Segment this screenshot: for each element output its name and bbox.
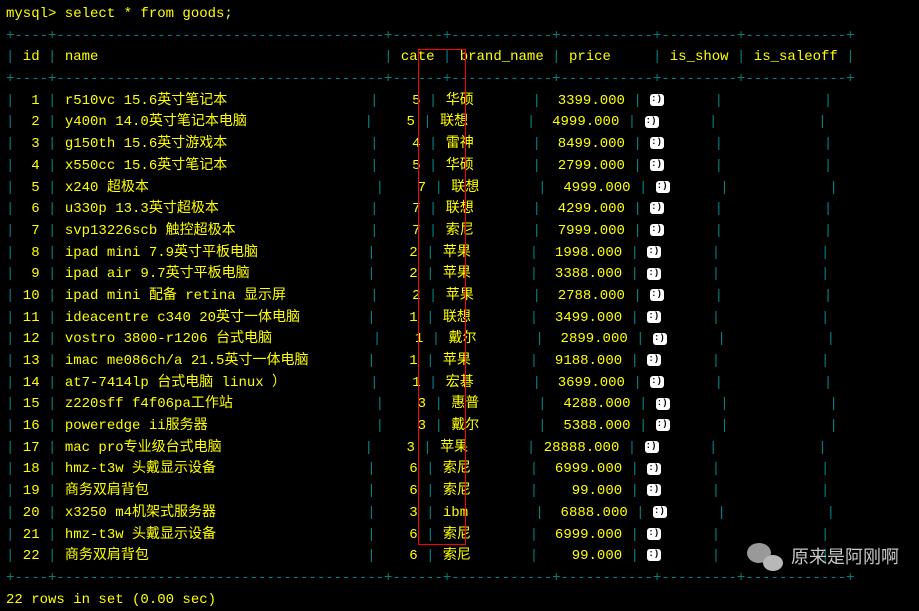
smiley-icon — [647, 528, 661, 540]
smiley-icon — [656, 398, 670, 410]
table-row: | 18 | hmz-t3w 头戴显示设备 | 6 | 索尼 | 6999.00… — [6, 459, 913, 481]
table-row: | 14 | at7-7414lp 台式电脑 linux ） | 1 | 宏碁 … — [6, 373, 913, 395]
separator-mid: +----+----------------------------------… — [6, 69, 913, 91]
smiley-icon — [653, 506, 667, 518]
smiley-icon — [647, 549, 661, 561]
table-row: | 1 | r510vc 15.6英寸笔记本 | 5 | 华硕 | 3399.0… — [6, 91, 913, 113]
table-row: | 3 | g150th 15.6英寸游戏本 | 4 | 雷神 | 8499.0… — [6, 134, 913, 156]
table-header: | id | name | cate | brand_name | price … — [6, 47, 913, 69]
table-row: | 17 | mac pro专业级台式电脑 | 3 | 苹果 | 28888.0… — [6, 438, 913, 460]
table-row: | 8 | ipad mini 7.9英寸平板电脑 | 2 | 苹果 | 199… — [6, 243, 913, 265]
table-row: | 19 | 商务双肩背包 | 6 | 索尼 | 99.000 | | | — [6, 481, 913, 503]
smiley-icon — [650, 159, 664, 171]
smiley-icon — [645, 116, 659, 128]
table-row: | 16 | poweredge ii服务器 | 3 | 戴尔 | 5388.0… — [6, 416, 913, 438]
smiley-icon — [647, 463, 661, 475]
table-row: | 4 | x550cc 15.6英寸笔记本 | 5 | 华硕 | 2799.0… — [6, 156, 913, 178]
table-row: | 12 | vostro 3800-r1206 台式电脑 | 1 | 戴尔 |… — [6, 329, 913, 351]
table-row: | 13 | imac me086ch/a 21.5英寸一体电脑 | 1 | 苹… — [6, 351, 913, 373]
separator-top: +----+----------------------------------… — [6, 26, 913, 48]
smiley-icon — [647, 354, 661, 366]
table-row: | 15 | z220sff f4f06pa工作站 | 3 | 惠普 | 428… — [6, 394, 913, 416]
watermark-text: 原来是阿刚啊 — [791, 544, 899, 572]
watermark: 原来是阿刚啊 — [747, 543, 899, 573]
smiley-icon — [656, 181, 670, 193]
smiley-icon — [653, 333, 667, 345]
smiley-icon — [647, 484, 661, 496]
table-row: | 10 | ipad mini 配备 retina 显示屏 | 2 | 苹果 … — [6, 286, 913, 308]
smiley-icon — [647, 246, 661, 258]
wechat-icon — [747, 543, 783, 573]
smiley-icon — [650, 224, 664, 236]
table-body: | 1 | r510vc 15.6英寸笔记本 | 5 | 华硕 | 3399.0… — [6, 91, 913, 568]
mysql-prompt: mysql> select * from goods; — [6, 4, 913, 26]
smiley-icon — [647, 268, 661, 280]
smiley-icon — [650, 289, 664, 301]
table-row: | 11 | ideacentre c340 20英寸一体电脑 | 1 | 联想… — [6, 308, 913, 330]
table-row: | 2 | y400n 14.0英寸笔记本电脑 | 5 | 联想 | 4999.… — [6, 112, 913, 134]
smiley-icon — [650, 202, 664, 214]
smiley-icon — [645, 441, 659, 453]
table-row: | 9 | ipad air 9.7英寸平板电脑 | 2 | 苹果 | 3388… — [6, 264, 913, 286]
smiley-icon — [647, 311, 661, 323]
table-row: | 5 | x240 超极本 | 7 | 联想 | 4999.000 | | | — [6, 178, 913, 200]
table-row: | 7 | svp13226scb 触控超极本 | 7 | 索尼 | 7999.… — [6, 221, 913, 243]
table-row: | 20 | x3250 m4机架式服务器 | 3 | ibm | 6888.0… — [6, 503, 913, 525]
smiley-icon — [650, 94, 664, 106]
smiley-icon — [656, 419, 670, 431]
result-footer: 22 rows in set (0.00 sec) — [6, 590, 913, 611]
table-row: | 6 | u330p 13.3英寸超极本 | 7 | 联想 | 4299.00… — [6, 199, 913, 221]
smiley-icon — [650, 376, 664, 388]
smiley-icon — [650, 137, 664, 149]
